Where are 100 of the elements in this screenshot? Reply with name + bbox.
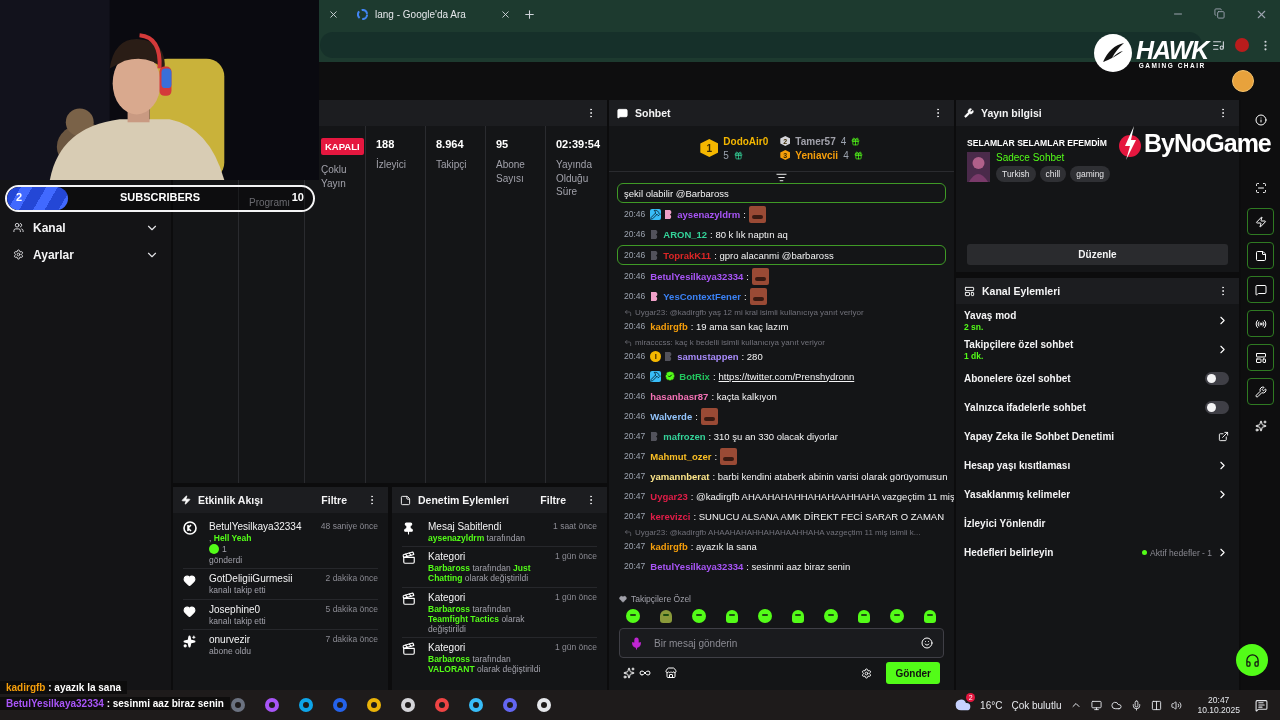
app-icon[interactable] [536, 697, 552, 713]
layout-icon [1254, 351, 1267, 364]
username[interactable]: Uygar23 [650, 490, 688, 502]
username[interactable]: Mahmut_ozer [650, 450, 712, 462]
app-icon[interactable] [366, 697, 382, 713]
username[interactable]: ARON_12 [663, 228, 708, 240]
filter-button[interactable]: Filtre [528, 494, 578, 506]
stat-label: Yayında Olduğu Süre [556, 158, 593, 199]
rail-button[interactable] [1247, 344, 1274, 371]
settings-icon[interactable] [861, 667, 873, 679]
message-text: : gpro alacanmi @barbaross [714, 249, 834, 261]
chat-icon [617, 107, 628, 119]
sidebar-item[interactable]: Ayarlar [0, 241, 171, 268]
toggle-switch[interactable] [1205, 372, 1229, 385]
username[interactable]: BotRix [679, 370, 710, 382]
settings-row[interactable]: Yasaklanmış kelimeler [956, 480, 1239, 509]
message-time: 20:47 [624, 431, 646, 441]
sparkle-icon[interactable] [623, 667, 635, 679]
username[interactable]: kadirgfb [650, 540, 688, 552]
support-button[interactable] [1236, 644, 1268, 676]
username[interactable]: BetulYesilkaya32334 [650, 270, 744, 282]
store-icon[interactable] [665, 667, 677, 679]
gifter-name: DodoAir0 [723, 135, 769, 147]
send-button[interactable]: Gönder [886, 662, 940, 684]
message-field[interactable]: Bir mesaj gönderin [652, 636, 912, 650]
collapse-icon[interactable] [776, 171, 787, 183]
settings-row[interactable]: İzleyici Yönlendir [956, 509, 1239, 538]
username[interactable]: kadirgfb [650, 320, 688, 332]
heart-icon [619, 595, 627, 603]
edit-button[interactable]: Düzenle [967, 244, 1228, 265]
username[interactable]: samustappen [677, 350, 739, 362]
microphone-icon [1131, 699, 1143, 711]
settings-row[interactable]: Yalnızca ifadelerle sohbet [956, 393, 1239, 422]
stat-value: 188 [376, 138, 396, 150]
event-message: , Hell Yeah [209, 533, 253, 544]
emote-icon [790, 608, 806, 624]
restore-icon[interactable] [1214, 7, 1225, 19]
rail-button[interactable] [1247, 378, 1274, 405]
microphone-icon[interactable] [630, 636, 643, 650]
username[interactable]: BetulYesilkaya32334 [650, 560, 744, 572]
reply-context: miracccss: kaç k bedelli isimli kullanıcıya yanıt veriyor [635, 338, 825, 347]
settings-row[interactable]: Takipçilere özel sohbet 1 dk. [956, 335, 1239, 364]
panel-title: Denetim Eylemleri [418, 494, 511, 506]
lightning-icon [181, 495, 191, 505]
emote-icon [724, 608, 740, 624]
sidebar-item[interactable]: Kanal [0, 214, 171, 241]
close-icon[interactable] [328, 8, 339, 20]
username[interactable]: ToprakK11 [663, 249, 712, 261]
event-action: gönderdi [209, 555, 244, 566]
username[interactable]: Walverde [650, 410, 693, 422]
rail-button[interactable] [1247, 276, 1274, 303]
app-icon[interactable] [298, 697, 314, 713]
event-user: BetulYesilkaya32334 [209, 521, 303, 532]
settings-row[interactable]: Hedefleri belirleyin Aktif hedefler - 1 [956, 538, 1239, 567]
message-link[interactable]: https://twitter.com/Prenshydronn [718, 370, 855, 382]
username[interactable]: hasanbasr87 [650, 390, 709, 402]
note-icon [400, 494, 411, 506]
filter-button[interactable]: Filtre [309, 494, 359, 506]
message-text: : 80 k lık naptın aq [710, 228, 788, 240]
settings-row[interactable]: Yavaş mod 2 sn. [956, 306, 1239, 335]
new-tab-icon[interactable] [523, 7, 536, 21]
message-time: 20:47 [624, 491, 646, 501]
event-action: kanalı takip etti [209, 615, 267, 626]
username[interactable]: yamannberat [650, 470, 710, 482]
settings-row[interactable]: Yapay Zeka ile Sohbet Denetimi [956, 422, 1239, 451]
message-box[interactable]: Bir mesaj gönderin [619, 628, 944, 658]
media-icon[interactable] [1212, 38, 1225, 52]
chat-icon [1254, 283, 1267, 296]
username[interactable]: kerevizci [650, 510, 691, 522]
broadcast-icon [1254, 317, 1267, 330]
category-name[interactable]: Sadece Sohbet [996, 152, 1111, 163]
action-detail: Barbaross tarafından Teamfight Tactics olarak değiştirildi [428, 603, 526, 635]
app-icon[interactable] [400, 697, 416, 713]
username[interactable]: aysenazyldrm [677, 208, 741, 220]
close-icon[interactable] [500, 8, 511, 20]
rail-button[interactable] [1247, 310, 1274, 337]
message-time: 20:46 [624, 321, 646, 331]
action-time: 1 gün önce [554, 551, 597, 564]
stream-title: SELAMLAR SELAMLAR EFEMDİM [967, 138, 1108, 148]
toggle-switch[interactable] [1205, 401, 1229, 414]
action-time: 1 gün önce [554, 591, 597, 604]
setting-value: 1 dk. [964, 350, 985, 361]
message-text: : 310 şu an 330 olacak diyorlar [708, 430, 838, 442]
avatar[interactable] [1232, 70, 1254, 92]
status-dot [1142, 550, 1148, 555]
settings-row[interactable]: Abonelere özel sohbet [956, 364, 1239, 393]
username[interactable]: YesContextFener [663, 290, 741, 302]
gift-icon [853, 150, 863, 160]
gift-icon [733, 150, 743, 160]
notification-icon[interactable] [1255, 698, 1268, 712]
app-icon[interactable] [468, 697, 484, 713]
rail-button[interactable] [1247, 242, 1274, 269]
gift-count: 4 [843, 149, 849, 161]
goal-target: 10 [291, 191, 304, 203]
rail-button[interactable] [1247, 208, 1274, 235]
browser-tab[interactable]: lang - Google'da Ara [351, 2, 517, 26]
message-time: 20:46 [624, 391, 646, 401]
settings-row[interactable]: Hesap yaşı kısıtlaması [956, 451, 1239, 480]
username[interactable]: mafrozen [663, 430, 706, 442]
emoji-icon[interactable] [921, 637, 933, 649]
